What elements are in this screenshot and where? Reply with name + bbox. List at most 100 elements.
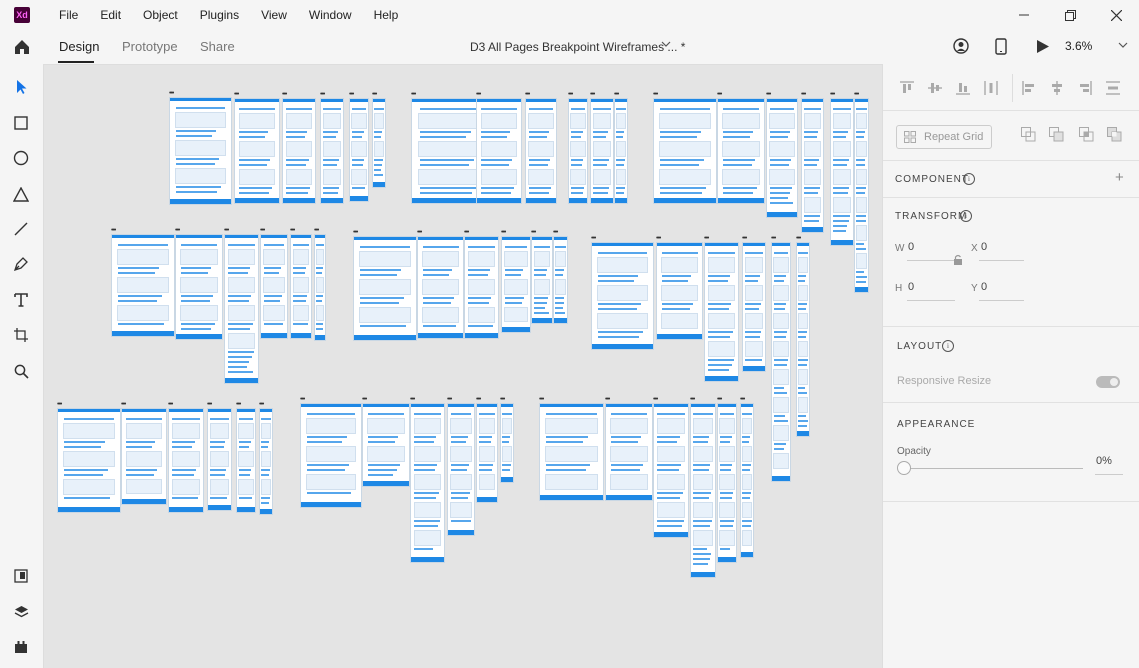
y-field[interactable]: 0 — [981, 281, 987, 293]
tab-prototype[interactable]: Prototype — [122, 39, 178, 54]
menu-plugins[interactable]: Plugins — [189, 8, 250, 22]
artboard-thumbnail[interactable] — [854, 98, 869, 293]
layout-info-icon[interactable]: i — [942, 340, 954, 352]
artboard-thumbnail[interactable] — [300, 403, 362, 508]
select-tool[interactable] — [11, 77, 31, 97]
transform-info-icon[interactable]: i — [960, 210, 972, 222]
menu-help[interactable]: Help — [363, 8, 410, 22]
artboard-thumbnail[interactable] — [353, 236, 417, 341]
artboard-thumbnail[interactable] — [57, 408, 121, 513]
artboard-thumbnail[interactable] — [653, 98, 717, 204]
restore-button[interactable] — [1047, 0, 1093, 30]
artboard-thumbnail[interactable] — [121, 408, 167, 505]
artboard-thumbnail[interactable] — [656, 242, 703, 340]
opacity-slider-handle[interactable] — [897, 461, 911, 475]
boolean-exclude-icon[interactable] — [1107, 127, 1122, 142]
artboard-thumbnail[interactable] — [740, 403, 754, 558]
artboard-thumbnail[interactable] — [314, 234, 326, 341]
boolean-intersect-icon[interactable] — [1079, 127, 1094, 142]
lock-aspect-icon[interactable] — [952, 254, 964, 266]
pen-tool[interactable] — [11, 254, 31, 274]
menu-file[interactable]: File — [48, 8, 89, 22]
artboard-thumbnail[interactable] — [614, 98, 628, 204]
artboard-thumbnail[interactable] — [447, 403, 475, 536]
artboard-thumbnail[interactable] — [476, 403, 498, 503]
artboard-thumbnail[interactable] — [259, 408, 273, 515]
height-field[interactable]: 0 — [908, 281, 914, 293]
x-field[interactable]: 0 — [981, 241, 987, 253]
line-tool[interactable] — [11, 219, 31, 239]
artboard-thumbnail[interactable] — [290, 234, 312, 339]
rectangle-tool[interactable] — [11, 113, 31, 133]
home-icon[interactable] — [13, 38, 31, 56]
distribute-horizontal-icon[interactable] — [983, 80, 999, 96]
artboard-thumbnail[interactable] — [591, 242, 654, 350]
assets-panel-button[interactable] — [11, 566, 31, 586]
mobile-preview-icon[interactable] — [995, 38, 1007, 55]
artboard-thumbnail[interactable] — [349, 98, 369, 202]
menu-view[interactable]: View — [250, 8, 298, 22]
artboard-thumbnail[interactable] — [224, 234, 259, 384]
polygon-tool[interactable] — [11, 184, 31, 204]
artboard-thumbnail[interactable] — [282, 98, 316, 204]
boolean-add-icon[interactable] — [1021, 127, 1036, 142]
artboard-thumbnail[interactable] — [362, 403, 410, 487]
artboard-thumbnail[interactable] — [525, 98, 557, 204]
tab-design[interactable]: Design — [59, 39, 99, 54]
artboard-thumbnail[interactable] — [410, 403, 445, 563]
zoom-level[interactable]: 3.6% — [1065, 39, 1092, 53]
artboard-thumbnail[interactable] — [260, 234, 288, 339]
zoom-tool[interactable] — [11, 361, 31, 381]
artboard-thumbnail[interactable] — [464, 236, 499, 339]
artboard-thumbnail[interactable] — [320, 98, 344, 204]
artboard-thumbnail[interactable] — [742, 242, 766, 372]
repeat-grid-button[interactable]: Repeat Grid — [896, 125, 992, 149]
ellipse-tool[interactable] — [11, 148, 31, 168]
boolean-subtract-icon[interactable] — [1049, 127, 1064, 142]
artboard-thumbnail[interactable] — [801, 98, 824, 233]
align-right-icon[interactable] — [1077, 80, 1093, 96]
align-bottom-icon[interactable] — [955, 80, 971, 96]
artboard-thumbnail[interactable] — [234, 98, 280, 204]
artboard-thumbnail[interactable] — [236, 408, 256, 513]
align-center-icon[interactable] — [1049, 80, 1065, 96]
artboard-thumbnail[interactable] — [531, 236, 553, 324]
artboard-tool[interactable] — [11, 325, 31, 345]
artboard-thumbnail[interactable] — [653, 403, 689, 538]
component-info-icon[interactable]: i — [963, 173, 975, 185]
artboard-thumbnail[interactable] — [766, 98, 798, 218]
plugins-panel-button[interactable] — [11, 637, 31, 657]
artboard-thumbnail[interactable] — [476, 98, 522, 204]
artboard-thumbnail[interactable] — [539, 403, 604, 501]
artboard-thumbnail[interactable] — [169, 97, 232, 205]
artboard-thumbnail[interactable] — [605, 403, 653, 501]
distribute-vertical-icon[interactable] — [1105, 80, 1121, 96]
menu-window[interactable]: Window — [298, 8, 363, 22]
opacity-slider-track[interactable] — [905, 468, 1083, 469]
artboard-thumbnail[interactable] — [568, 98, 588, 204]
width-field[interactable]: 0 — [908, 241, 914, 253]
artboard-thumbnail[interactable] — [830, 98, 854, 246]
tab-share[interactable]: Share — [200, 39, 235, 54]
opacity-value[interactable]: 0% — [1096, 455, 1112, 467]
close-button[interactable] — [1093, 0, 1139, 30]
artboard-thumbnail[interactable] — [796, 242, 810, 437]
align-middle-icon[interactable] — [927, 80, 943, 96]
align-top-icon[interactable] — [899, 80, 915, 96]
artboard-thumbnail[interactable] — [717, 403, 737, 563]
document-title[interactable]: D3 All Pages Breakpoint Wireframes ... * — [470, 40, 685, 54]
menu-object[interactable]: Object — [132, 8, 189, 22]
artboard-thumbnail[interactable] — [690, 403, 716, 578]
artboard-thumbnail[interactable] — [704, 242, 739, 382]
artboard-thumbnail[interactable] — [111, 234, 175, 337]
minimize-button[interactable] — [1001, 0, 1047, 30]
artboard-thumbnail[interactable] — [175, 234, 223, 340]
text-tool[interactable] — [11, 290, 31, 310]
responsive-resize-toggle[interactable] — [1096, 376, 1120, 388]
menu-edit[interactable]: Edit — [89, 8, 132, 22]
artboard-thumbnail[interactable] — [590, 98, 614, 204]
artboard-thumbnail[interactable] — [500, 403, 514, 483]
play-icon[interactable] — [1036, 39, 1050, 54]
artboard-thumbnail[interactable] — [417, 236, 464, 339]
artboard-thumbnail[interactable] — [771, 242, 791, 482]
